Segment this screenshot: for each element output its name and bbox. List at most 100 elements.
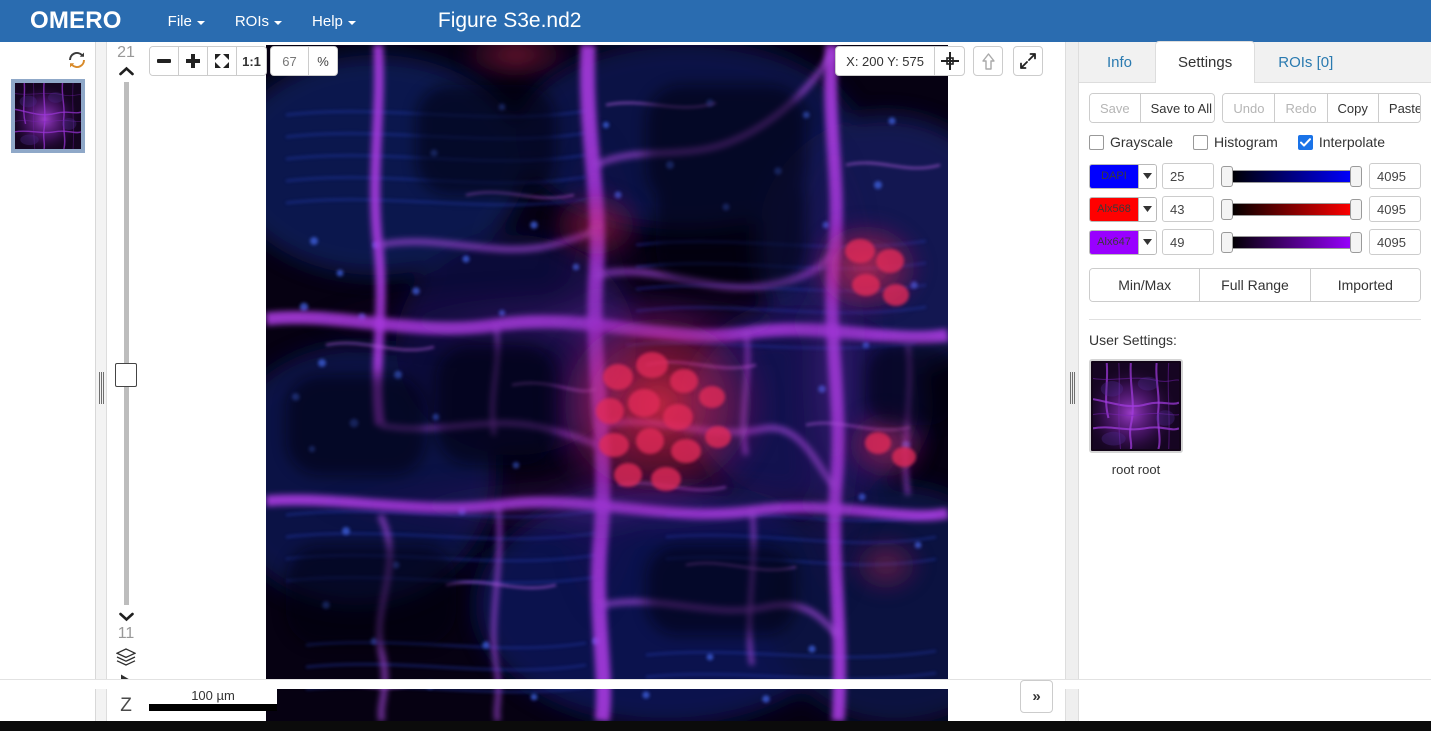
channel-gradient-alx647 xyxy=(1230,236,1353,249)
thumbnail-image xyxy=(15,83,81,149)
channel-slider-min-handle[interactable] xyxy=(1221,199,1233,220)
channel-color-alx647[interactable]: Alx647 xyxy=(1090,230,1138,254)
grayscale-checkbox[interactable] xyxy=(1089,134,1104,150)
channel-row-alx568: Alx568 43 4095 xyxy=(1089,196,1421,222)
right-panel-splitter[interactable] xyxy=(1065,42,1079,721)
history-button-group: Undo Redo Copy Paste xyxy=(1222,93,1421,123)
settings-actions: Save Save to All Undo Redo Copy Paste xyxy=(1089,93,1421,123)
percent-label: % xyxy=(309,47,337,75)
interpolate-checkbox[interactable] xyxy=(1297,134,1313,150)
menu-help[interactable]: Help xyxy=(312,13,356,30)
document-title: Figure S3e.nd2 xyxy=(437,9,582,32)
chevron-down-icon[interactable] xyxy=(118,609,134,623)
z-slider-track[interactable] xyxy=(114,82,137,605)
channel-slider-max-handle[interactable] xyxy=(1350,166,1362,187)
fit-to-screen-icon[interactable] xyxy=(208,47,237,75)
scale-bar-line xyxy=(149,704,277,711)
coordinate-value: X: 200 Y: 575 xyxy=(836,47,935,75)
channel-min-alx647[interactable]: 49 xyxy=(1162,229,1214,255)
channel-slider-alx568[interactable] xyxy=(1221,199,1362,220)
full-range-button[interactable]: Full Range xyxy=(1200,269,1311,301)
save-to-all-button[interactable]: Save to All xyxy=(1140,94,1215,122)
channel-color-alx568[interactable]: Alx568 xyxy=(1090,197,1138,221)
channel-toggle-alx568[interactable]: Alx568 xyxy=(1089,196,1157,222)
channel-slider-dapi[interactable] xyxy=(1221,166,1362,187)
zoom-controls: 1:1 xyxy=(149,46,267,76)
menu-rois[interactable]: ROIs xyxy=(234,12,283,30)
menu-rois-label: ROIs xyxy=(234,12,270,30)
image-viewport[interactable]: 1:1 67 % X: 200 Y: 575 100 µm » xyxy=(144,42,1065,721)
app-logo[interactable]: OMERO xyxy=(30,7,122,35)
imported-button[interactable]: Imported xyxy=(1310,269,1420,301)
menu-help-label: Help xyxy=(312,12,343,30)
scale-bar-label: 100 µm xyxy=(149,688,277,704)
channel-slider-max-handle[interactable] xyxy=(1350,232,1362,253)
grayscale-label[interactable]: Grayscale xyxy=(1110,134,1173,150)
channel-min-alx568[interactable]: 43 xyxy=(1162,196,1214,222)
save-button[interactable]: Save xyxy=(1090,94,1141,122)
zoom-level-field: 67 % xyxy=(270,46,338,76)
refresh-icon[interactable] xyxy=(67,50,87,70)
undo-button[interactable]: Undo xyxy=(1223,94,1276,122)
z-axis-label: Z xyxy=(120,695,132,716)
main-stage: 21 11 Z 1:1 67 % X: 200 Y: 575 100 µm » … xyxy=(0,41,1431,731)
chevron-up-icon[interactable] xyxy=(118,64,134,78)
settings-panel: Save Save to All Undo Redo Copy Paste Gr… xyxy=(1079,83,1431,721)
top-navigation-bar: OMERO File ROIs Help Figure S3e.nd2 xyxy=(0,0,1431,42)
panel-toggle-button[interactable]: » xyxy=(1020,680,1053,713)
zoom-out-button[interactable] xyxy=(150,47,179,75)
channel-slider-min-handle[interactable] xyxy=(1221,166,1233,187)
right-panel: Info Settings ROIs [0] Save Save to All … xyxy=(1079,41,1431,721)
expand-diagonal-icon[interactable] xyxy=(1013,46,1043,76)
z-slider-panel: 21 11 Z xyxy=(108,42,144,721)
chevron-down-icon[interactable] xyxy=(1138,230,1156,254)
channel-color-dapi[interactable]: DAPI xyxy=(1090,164,1138,188)
channel-row-alx647: Alx647 49 4095 xyxy=(1089,229,1421,255)
chevron-down-icon[interactable] xyxy=(1138,164,1156,188)
histogram-checkbox[interactable] xyxy=(1193,134,1209,150)
range-preset-buttons: Min/Max Full Range Imported xyxy=(1089,268,1421,302)
chevron-down-icon[interactable] xyxy=(1138,197,1156,221)
scale-bar: 100 µm xyxy=(149,688,277,711)
thumbnail-figure-s3e[interactable] xyxy=(11,79,85,153)
redo-button[interactable]: Redo xyxy=(1275,94,1328,122)
chevron-down-icon xyxy=(347,20,356,25)
panel-tabs: Info Settings ROIs [0] xyxy=(1079,41,1431,83)
channel-min-dapi[interactable]: 25 xyxy=(1162,163,1214,189)
layers-icon[interactable] xyxy=(116,645,136,669)
microscopy-image-content xyxy=(266,45,948,721)
copy-button[interactable]: Copy xyxy=(1327,94,1379,122)
channel-gradient-alx568 xyxy=(1230,203,1353,216)
interpolate-label[interactable]: Interpolate xyxy=(1319,134,1385,150)
z-slider-handle[interactable] xyxy=(114,363,137,387)
channel-max-alx568[interactable]: 4095 xyxy=(1369,196,1421,222)
one-to-one-button[interactable]: 1:1 xyxy=(237,47,266,75)
channel-slider-max-handle[interactable] xyxy=(1350,199,1362,220)
coordinate-readout: X: 200 Y: 575 xyxy=(835,46,965,76)
channel-max-alx647[interactable]: 4095 xyxy=(1369,229,1421,255)
microscopy-image[interactable] xyxy=(266,45,948,721)
z-current-label: 11 xyxy=(117,625,135,642)
channel-slider-alx647[interactable] xyxy=(1221,232,1362,253)
tab-info[interactable]: Info xyxy=(1084,41,1155,82)
arrow-up-icon[interactable] xyxy=(973,46,1003,76)
channel-slider-min-handle[interactable] xyxy=(1221,232,1233,253)
menu-file[interactable]: File xyxy=(168,13,205,30)
min-max-button[interactable]: Min/Max xyxy=(1090,269,1201,301)
channel-toggle-alx647[interactable]: Alx647 xyxy=(1089,229,1157,255)
crosshair-icon[interactable] xyxy=(935,47,964,75)
zoom-in-button[interactable] xyxy=(179,47,208,75)
page-bottom-edge xyxy=(0,721,1431,731)
histogram-label[interactable]: Histogram xyxy=(1214,134,1278,150)
channel-toggle-dapi[interactable]: DAPI xyxy=(1089,163,1157,189)
save-button-group: Save Save to All xyxy=(1089,93,1216,123)
splitter-grip-icon xyxy=(1070,372,1075,404)
paste-button[interactable]: Paste xyxy=(1378,94,1421,122)
tab-settings[interactable]: Settings xyxy=(1155,41,1256,83)
user-setting-thumbnail[interactable] xyxy=(1089,359,1183,453)
channel-row-dapi: DAPI 25 4095 xyxy=(1089,163,1421,189)
channel-max-dapi[interactable]: 4095 xyxy=(1369,163,1421,189)
tab-rois[interactable]: ROIs [0] xyxy=(1255,41,1356,82)
left-panel-splitter[interactable] xyxy=(96,42,107,721)
zoom-input[interactable]: 67 xyxy=(271,47,309,75)
